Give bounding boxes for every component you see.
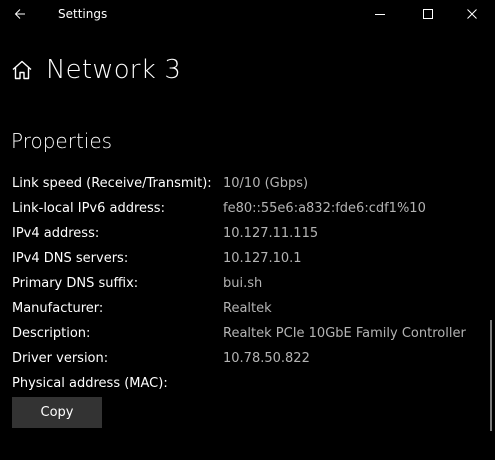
property-label: Description: — [12, 326, 91, 341]
maximize-icon — [423, 9, 433, 19]
page-header: Network 3 — [10, 52, 181, 88]
property-row-ipv6: Link-local IPv6 address: fe80::55e6:a832… — [12, 196, 482, 221]
property-value: fe80::55e6:a832:fde6:cdf1%10 — [223, 201, 426, 216]
property-row-dns-servers: IPv4 DNS servers: 10.127.10.1 — [12, 246, 482, 271]
property-value: 10.78.50.822 — [223, 351, 310, 366]
property-row-driver-version: Driver version: 10.78.50.822 — [12, 346, 482, 371]
property-row-manufacturer: Manufacturer: Realtek — [12, 296, 482, 321]
property-value: 10/10 (Gbps) — [223, 176, 309, 191]
property-label: Link speed (Receive/Transmit): — [12, 176, 212, 191]
property-label: Driver version: — [12, 351, 109, 366]
property-label: Primary DNS suffix: — [12, 276, 139, 291]
page-title: Network 3 — [46, 55, 182, 85]
property-label: Manufacturer: — [12, 301, 104, 316]
minimize-button[interactable] — [357, 0, 403, 28]
title-bar: Settings — [0, 0, 495, 28]
maximize-button[interactable] — [405, 0, 451, 28]
property-value: Realtek — [223, 301, 272, 316]
property-label: Link-local IPv6 address: — [12, 201, 165, 216]
property-label: IPv4 address: — [12, 226, 100, 241]
scrollbar[interactable] — [490, 320, 492, 431]
property-value: Realtek PCIe 10GbE Family Controller — [223, 326, 466, 341]
property-value: 10.127.11.115 — [223, 226, 319, 241]
home-icon — [12, 60, 32, 80]
app-title: Settings — [58, 7, 108, 21]
property-label: Physical address (MAC): — [12, 376, 168, 391]
back-button[interactable] — [0, 0, 40, 28]
property-row-ipv4: IPv4 address: 10.127.11.115 — [12, 221, 482, 246]
property-label: IPv4 DNS servers: — [12, 251, 129, 266]
property-value: 10.127.10.1 — [223, 251, 302, 266]
close-button[interactable] — [449, 0, 495, 28]
property-row-mac: Physical address (MAC): — [12, 371, 482, 396]
close-icon — [467, 9, 477, 19]
copy-button[interactable]: Copy — [12, 397, 102, 428]
properties-list: Link speed (Receive/Transmit): 10/10 (Gb… — [12, 171, 482, 396]
property-value: bui.sh — [223, 276, 263, 291]
minimize-icon — [375, 14, 385, 15]
property-row-dns-suffix: Primary DNS suffix: bui.sh — [12, 271, 482, 296]
arrow-left-icon — [14, 9, 25, 19]
property-row-link-speed: Link speed (Receive/Transmit): 10/10 (Gb… — [12, 171, 482, 196]
section-title: Properties — [11, 129, 113, 153]
property-row-description: Description: Realtek PCIe 10GbE Family C… — [12, 321, 482, 346]
